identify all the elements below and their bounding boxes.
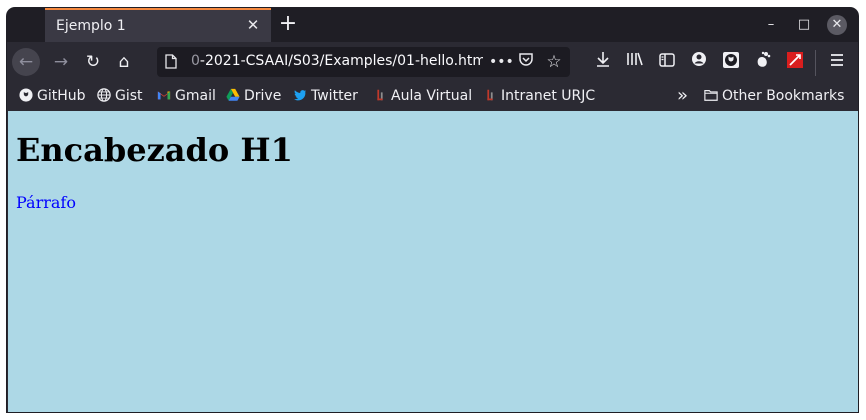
url-text-main: -2021-CSAAI/S03/Examples/01-hello.htm bbox=[199, 53, 483, 69]
bookmark-label: Gmail bbox=[175, 88, 216, 104]
globe-icon bbox=[97, 88, 111, 102]
bookmark-label: GitHub bbox=[37, 88, 86, 104]
url-bar[interactable]: 0-2021-CSAAI/S03/Examples/01-hello.htm •… bbox=[157, 47, 570, 77]
pocket-icon[interactable] bbox=[516, 52, 536, 72]
bookmark-twitter[interactable]: Twitter bbox=[293, 88, 358, 106]
page-content: Encabezado H1 Párrafo bbox=[7, 111, 858, 412]
folder-icon bbox=[704, 90, 718, 101]
bookmark-intranet-urjc[interactable]: Intranet URJC bbox=[483, 88, 595, 106]
bookmark-label: Drive bbox=[244, 88, 282, 104]
gmail-icon bbox=[157, 91, 171, 100]
downloads-icon[interactable] bbox=[592, 51, 614, 73]
other-bookmarks-label: Other Bookmarks bbox=[722, 88, 845, 104]
gnome-extension-icon[interactable] bbox=[752, 51, 774, 73]
other-bookmarks[interactable]: Other Bookmarks bbox=[704, 88, 844, 106]
addon-red-icon[interactable] bbox=[784, 51, 806, 73]
bookmark-gist[interactable]: Gist bbox=[97, 88, 143, 106]
page-icon bbox=[165, 54, 177, 69]
twitter-icon bbox=[294, 90, 307, 101]
navigation-bar: ← → ↻ ⌂ 0-2021-CSAAI/S03/Examples/01-hel… bbox=[7, 42, 858, 82]
back-button[interactable]: ← bbox=[12, 48, 40, 76]
browser-window: Ejemplo 1 ✕ + – □ ✕ ← → ↻ ⌂ 0-2021-CSAAI… bbox=[7, 8, 858, 412]
urjc-icon bbox=[377, 89, 383, 101]
sidebar-icon[interactable] bbox=[656, 51, 678, 73]
url-text[interactable]: 0-2021-CSAAI/S03/Examples/01-hello.htm bbox=[191, 53, 483, 69]
bookmark-label: Twitter bbox=[311, 88, 358, 104]
bookmark-aula-virtual[interactable]: Aula Virtual bbox=[373, 88, 472, 106]
tab-strip-spacer bbox=[7, 8, 45, 42]
page-paragraph: Párrafo bbox=[16, 193, 76, 212]
close-window-button[interactable]: ✕ bbox=[827, 15, 847, 35]
forward-button[interactable]: → bbox=[47, 48, 75, 76]
bookmark-label: Aula Virtual bbox=[391, 88, 473, 104]
url-text-faded: 0 bbox=[191, 53, 200, 69]
page-actions-icon[interactable]: ••• bbox=[489, 52, 514, 72]
bookmark-gmail[interactable]: Gmail bbox=[157, 88, 216, 106]
minimize-button[interactable]: – bbox=[763, 17, 779, 33]
account-icon[interactable] bbox=[688, 51, 710, 73]
tab-active[interactable]: Ejemplo 1 ✕ bbox=[45, 8, 271, 42]
github-extension-icon[interactable] bbox=[720, 51, 742, 73]
reload-button[interactable]: ↻ bbox=[79, 48, 107, 76]
bookmark-label: Intranet URJC bbox=[501, 88, 596, 104]
new-tab-button[interactable]: + bbox=[277, 13, 299, 36]
page-heading: Encabezado H1 bbox=[16, 131, 293, 169]
bookmarks-overflow-button[interactable]: » bbox=[677, 85, 688, 106]
tab-strip: Ejemplo 1 ✕ + – □ ✕ bbox=[7, 8, 858, 42]
toolbar-divider bbox=[815, 50, 816, 76]
menu-icon[interactable] bbox=[826, 51, 848, 73]
tab-title: Ejemplo 1 bbox=[56, 18, 126, 34]
bookmark-drive[interactable]: Drive bbox=[226, 88, 281, 106]
bookmark-label: Gist bbox=[115, 88, 143, 104]
library-icon[interactable] bbox=[624, 51, 646, 73]
drive-icon bbox=[226, 88, 240, 101]
bookmarks-toolbar: GitHub Gist Gmail Drive Twitter Aula Vir… bbox=[7, 82, 858, 111]
home-button[interactable]: ⌂ bbox=[110, 48, 138, 76]
bookmark-github[interactable]: GitHub bbox=[19, 88, 86, 106]
urjc-icon bbox=[487, 89, 493, 101]
github-icon bbox=[19, 88, 33, 102]
maximize-button[interactable]: □ bbox=[796, 17, 812, 33]
bookmark-star-icon[interactable]: ☆ bbox=[544, 52, 564, 72]
tab-close-icon[interactable]: ✕ bbox=[245, 17, 261, 33]
